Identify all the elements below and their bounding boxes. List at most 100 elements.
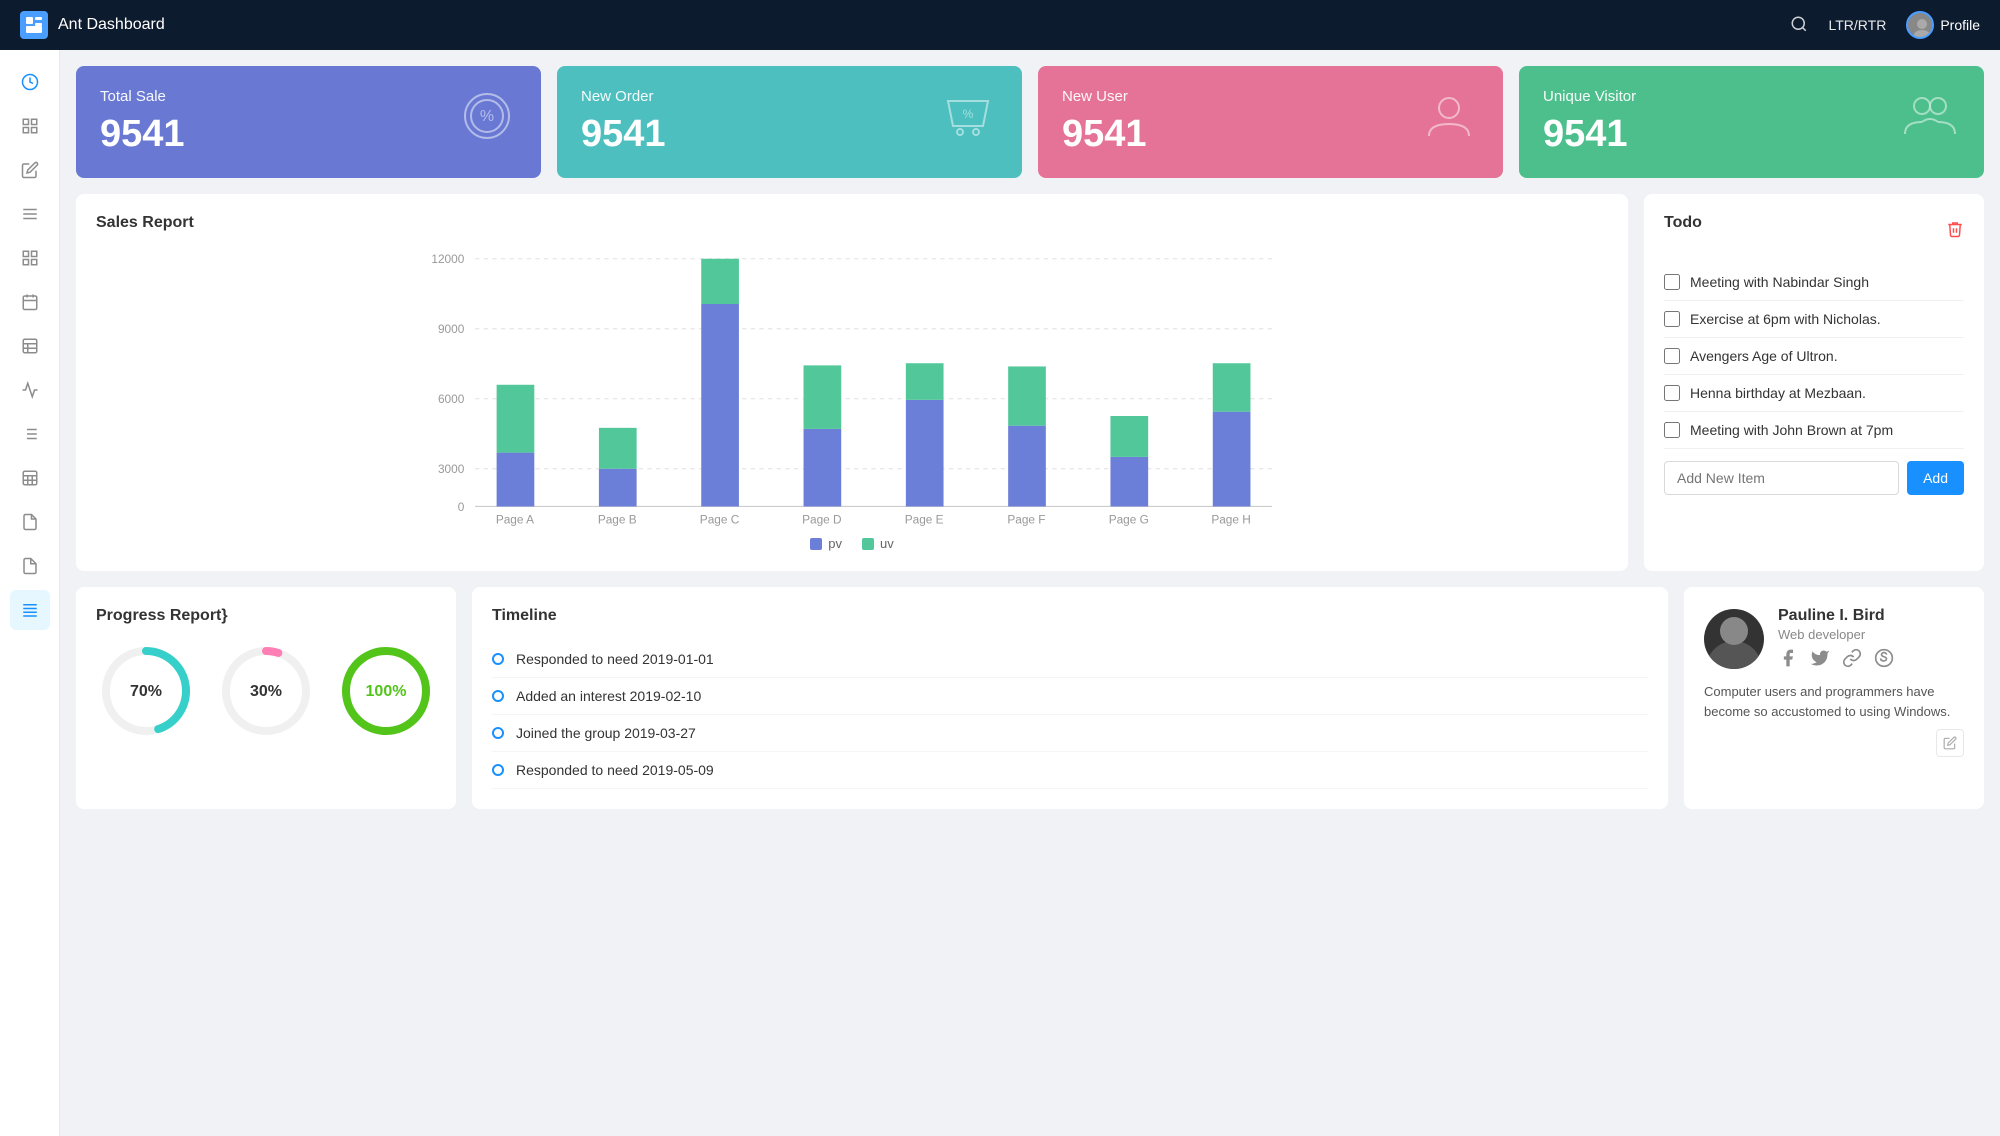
- sidebar-item-menu[interactable]: [10, 194, 50, 234]
- timeline-dot-2: [492, 727, 504, 739]
- svg-text:Page C: Page C: [700, 513, 740, 527]
- skype-icon[interactable]: [1874, 648, 1896, 670]
- main-layout: Total Sale 9541 % New Order 9541: [0, 50, 2000, 1136]
- stat-card-new-order: New Order 9541 %: [557, 66, 1022, 178]
- topbar-brand: Ant Dashboard: [20, 11, 165, 39]
- sidebar-item-table[interactable]: [10, 326, 50, 366]
- sidebar-item-grid[interactable]: [10, 238, 50, 278]
- todo-item-4: Meeting with John Brown at 7pm: [1664, 412, 1964, 449]
- stat-card-total-sale: Total Sale 9541 %: [76, 66, 541, 178]
- todo-title: Todo: [1664, 214, 1702, 232]
- timeline-item-2: Joined the group 2019-03-27: [492, 715, 1648, 752]
- profile-name: Pauline I. Bird: [1778, 607, 1896, 625]
- avatar: [1906, 11, 1934, 39]
- profile-user: Pauline I. Bird Web developer: [1704, 607, 1964, 670]
- stat-card-unique-visitor: Unique Visitor 9541: [1519, 66, 1984, 178]
- todo-text-3: Henna birthday at Mezbaan.: [1690, 385, 1866, 401]
- topbar-actions: LTR/RTR Profile: [1790, 11, 1980, 39]
- profile-description: Computer users and programmers have beco…: [1704, 682, 1964, 721]
- stat-title-unique-visitor: Unique Visitor: [1543, 88, 1636, 105]
- timeline-items: Responded to need 2019-01-01 Added an in…: [492, 641, 1648, 789]
- svg-text:%: %: [963, 107, 974, 121]
- sidebar: [0, 50, 60, 1136]
- edit-button[interactable]: [1936, 729, 1964, 757]
- legend-pv: pv: [810, 536, 842, 551]
- progress-circle-100: 100%: [336, 641, 436, 741]
- profile-social: [1778, 648, 1896, 670]
- app-title: Ant Dashboard: [58, 16, 165, 34]
- stat-cards: Total Sale 9541 % New Order 9541: [76, 66, 1984, 178]
- todo-add-button[interactable]: Add: [1907, 461, 1964, 495]
- timeline-text-0: Responded to need 2019-01-01: [516, 651, 714, 667]
- progress-circles: 70% 30%: [96, 641, 436, 741]
- facebook-icon[interactable]: [1778, 648, 1800, 670]
- profile-label: Profile: [1940, 17, 1980, 33]
- legend-uv-label: uv: [880, 536, 894, 551]
- sidebar-item-edit[interactable]: [10, 150, 50, 190]
- sales-panel: Sales Report 12000 9000 6000 3000: [76, 194, 1628, 571]
- logo-icon: [20, 11, 48, 39]
- todo-checkbox-2[interactable]: [1664, 348, 1680, 364]
- sidebar-item-clock[interactable]: [10, 62, 50, 102]
- topbar: Ant Dashboard LTR/RTR Profile: [0, 0, 2000, 50]
- stat-card-new-user: New User 9541: [1038, 66, 1503, 178]
- profile-button[interactable]: Profile: [1906, 11, 1980, 39]
- middle-row: Sales Report 12000 9000 6000 3000: [76, 194, 1984, 571]
- timeline-text-2: Joined the group 2019-03-27: [516, 725, 696, 741]
- todo-text-0: Meeting with Nabindar Singh: [1690, 274, 1869, 290]
- progress-circle-30: 30%: [216, 641, 316, 741]
- todo-checkbox-3[interactable]: [1664, 385, 1680, 401]
- progress-svg-100: 100%: [336, 641, 436, 741]
- sidebar-item-calendar[interactable]: [10, 282, 50, 322]
- link-icon[interactable]: [1842, 648, 1864, 670]
- sidebar-item-file[interactable]: [10, 546, 50, 586]
- sales-chart: 12000 9000 6000 3000 0 Page A Page B: [96, 248, 1608, 528]
- svg-text:6000: 6000: [438, 392, 465, 406]
- todo-add-row: Add: [1664, 461, 1964, 495]
- stat-icon-unique-visitor: [1900, 86, 1960, 158]
- svg-text:Page E: Page E: [905, 513, 944, 527]
- profile-panel: Pauline I. Bird Web developer: [1684, 587, 1984, 809]
- timeline-item-3: Responded to need 2019-05-09: [492, 752, 1648, 789]
- progress-panel: Progress Report} 70%: [76, 587, 456, 809]
- profile-role: Web developer: [1778, 627, 1896, 642]
- svg-text:9000: 9000: [438, 322, 465, 336]
- bottom-row: Progress Report} 70%: [76, 587, 1984, 809]
- profile-pic: [1704, 609, 1764, 669]
- todo-checkbox-4[interactable]: [1664, 422, 1680, 438]
- svg-text:Page G: Page G: [1109, 513, 1149, 527]
- legend-uv-dot: [862, 538, 874, 550]
- sidebar-item-layout[interactable]: [10, 106, 50, 146]
- timeline-dot-0: [492, 653, 504, 665]
- timeline-dot-1: [492, 690, 504, 702]
- twitter-icon[interactable]: [1810, 648, 1832, 670]
- sidebar-item-table2[interactable]: [10, 458, 50, 498]
- todo-text-4: Meeting with John Brown at 7pm: [1690, 422, 1893, 438]
- stat-value-total-sale: 9541: [100, 113, 185, 156]
- stat-value-new-order: 9541: [581, 113, 666, 156]
- sidebar-item-list[interactable]: [10, 414, 50, 454]
- chart-container: 12000 9000 6000 3000 0 Page A Page B: [96, 248, 1608, 528]
- todo-add-input[interactable]: [1664, 461, 1899, 495]
- svg-text:70%: 70%: [130, 683, 162, 700]
- sales-title: Sales Report: [96, 214, 1608, 232]
- stat-title-new-user: New User: [1062, 88, 1147, 105]
- todo-item-2: Avengers Age of Ultron.: [1664, 338, 1964, 375]
- sidebar-item-doc[interactable]: [10, 502, 50, 542]
- sidebar-item-active-list[interactable]: [10, 590, 50, 630]
- svg-text:30%: 30%: [250, 683, 282, 700]
- legend-pv-label: pv: [828, 536, 842, 551]
- todo-delete-icon[interactable]: [1946, 220, 1964, 243]
- timeline-dot-3: [492, 764, 504, 776]
- todo-checkbox-1[interactable]: [1664, 311, 1680, 327]
- search-icon[interactable]: [1790, 15, 1808, 36]
- svg-text:Page H: Page H: [1211, 513, 1250, 527]
- todo-text-1: Exercise at 6pm with Nicholas.: [1690, 311, 1881, 327]
- progress-title: Progress Report}: [96, 607, 436, 625]
- todo-checkbox-0[interactable]: [1664, 274, 1680, 290]
- edit-icon-wrap: [1704, 729, 1964, 757]
- ltr-rtr-toggle[interactable]: LTR/RTR: [1828, 17, 1886, 33]
- todo-item-1: Exercise at 6pm with Nicholas.: [1664, 301, 1964, 338]
- svg-text:3000: 3000: [438, 462, 465, 476]
- sidebar-item-chart[interactable]: [10, 370, 50, 410]
